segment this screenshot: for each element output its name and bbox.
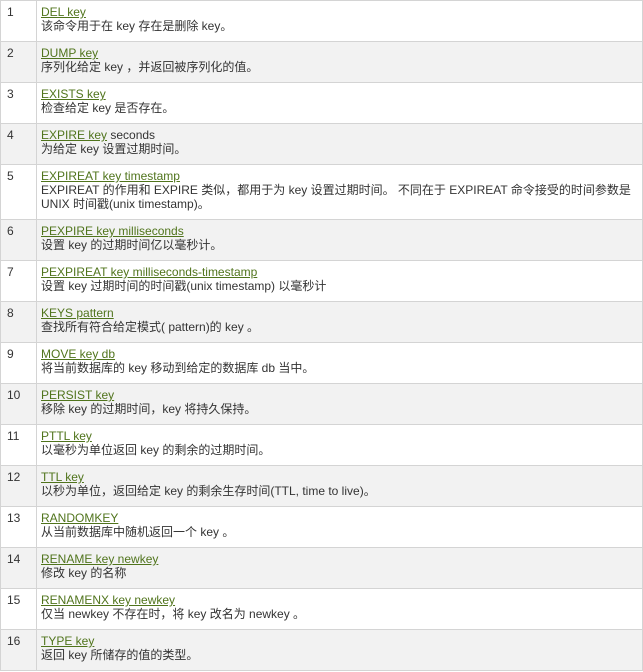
table-row: 11 PTTL key 以毫秒为单位返回 key 的剩余的过期时间。 xyxy=(0,424,643,466)
command-link[interactable]: EXISTS key xyxy=(41,87,106,101)
command-cell: PEXPIRE key milliseconds 设置 key 的过期时间亿以毫… xyxy=(36,219,643,261)
row-number: 12 xyxy=(0,465,37,507)
command-link[interactable]: RANDOMKEY xyxy=(41,511,118,525)
command-link[interactable]: TTL key xyxy=(41,470,84,484)
command-description: 设置 key 过期时间的时间戳(unix timestamp) 以毫秒计 xyxy=(41,279,327,293)
command-link[interactable]: DEL key xyxy=(41,5,86,19)
command-link[interactable]: RENAME key newkey xyxy=(41,552,158,566)
row-number: 15 xyxy=(0,588,37,630)
table-row: 13 RANDOMKEY 从当前数据库中随机返回一个 key 。 xyxy=(0,506,643,548)
command-cell: TYPE key 返回 key 所储存的值的类型。 xyxy=(36,629,643,671)
table-row: 9 MOVE key db 将当前数据库的 key 移动到给定的数据库 db 当… xyxy=(0,342,643,384)
command-description: 设置 key 的过期时间亿以毫秒计。 xyxy=(41,238,223,252)
table-row: 4 EXPIRE key seconds 为给定 key 设置过期时间。 xyxy=(0,123,643,165)
command-link[interactable]: PTTL key xyxy=(41,429,92,443)
table-row: 16 TYPE key 返回 key 所储存的值的类型。 xyxy=(0,629,643,671)
table-row: 2 DUMP key 序列化给定 key ，并返回被序列化的值。 xyxy=(0,41,643,83)
row-number: 9 xyxy=(0,342,37,384)
table-row: 12 TTL key 以秒为单位，返回给定 key 的剩余生存时间(TTL, t… xyxy=(0,465,643,507)
command-description: 序列化给定 key ，并返回被序列化的值。 xyxy=(41,60,259,74)
row-number: 5 xyxy=(0,164,37,220)
row-number: 7 xyxy=(0,260,37,302)
command-cell: PERSIST key 移除 key 的过期时间，key 将持久保持。 xyxy=(36,383,643,425)
table-row: 8 KEYS pattern 查找所有符合给定模式( pattern)的 key… xyxy=(0,301,643,343)
row-number: 8 xyxy=(0,301,37,343)
command-link[interactable]: PEXPIREAT key milliseconds-timestamp xyxy=(41,265,257,279)
table-row: 6 PEXPIRE key milliseconds 设置 key 的过期时间亿… xyxy=(0,219,643,261)
table-row: 10 PERSIST key 移除 key 的过期时间，key 将持久保持。 xyxy=(0,383,643,425)
row-number: 13 xyxy=(0,506,37,548)
command-description: 检查给定 key 是否存在。 xyxy=(41,101,175,115)
table-row: 5 EXPIREAT key timestamp EXPIREAT 的作用和 E… xyxy=(0,164,643,220)
command-description: 以毫秒为单位返回 key 的剩余的过期时间。 xyxy=(41,443,271,457)
table-row: 14 RENAME key newkey 修改 key 的名称 xyxy=(0,547,643,589)
table-row: 15 RENAMENX key newkey 仅当 newkey 不存在时，将 … xyxy=(0,588,643,630)
command-cell: DEL key 该命令用于在 key 存在是删除 key。 xyxy=(36,0,643,42)
command-link[interactable]: PERSIST key xyxy=(41,388,114,402)
command-cell: RENAMENX key newkey 仅当 newkey 不存在时，将 key… xyxy=(36,588,643,630)
command-description: 从当前数据库中随机返回一个 key 。 xyxy=(41,525,235,539)
command-cell: TTL key 以秒为单位，返回给定 key 的剩余生存时间(TTL, time… xyxy=(36,465,643,507)
row-number: 2 xyxy=(0,41,37,83)
command-description: 移除 key 的过期时间，key 将持久保持。 xyxy=(41,402,257,416)
command-cell: KEYS pattern 查找所有符合给定模式( pattern)的 key 。 xyxy=(36,301,643,343)
row-number: 1 xyxy=(0,0,37,42)
redis-key-commands-table: 1 DEL key 该命令用于在 key 存在是删除 key。 2 DUMP k… xyxy=(0,0,643,671)
command-cell: DUMP key 序列化给定 key ，并返回被序列化的值。 xyxy=(36,41,643,83)
command-description: 查找所有符合给定模式( pattern)的 key 。 xyxy=(41,320,260,334)
command-cell: RENAME key newkey 修改 key 的名称 xyxy=(36,547,643,589)
table-row: 7 PEXPIREAT key milliseconds-timestamp 设… xyxy=(0,260,643,302)
command-cell: PEXPIREAT key milliseconds-timestamp 设置 … xyxy=(36,260,643,302)
command-description: 修改 key 的名称 xyxy=(41,566,127,580)
command-link[interactable]: PEXPIRE key milliseconds xyxy=(41,224,184,238)
command-link[interactable]: DUMP key xyxy=(41,46,98,60)
command-description: 以秒为单位，返回给定 key 的剩余生存时间(TTL, time to live… xyxy=(41,484,376,498)
command-description: EXPIREAT 的作用和 EXPIRE 类似，都用于为 key 设置过期时间。… xyxy=(41,183,631,211)
table-row: 1 DEL key 该命令用于在 key 存在是删除 key。 xyxy=(0,0,643,42)
command-description: 将当前数据库的 key 移动到给定的数据库 db 当中。 xyxy=(41,361,315,375)
command-cell: PTTL key 以毫秒为单位返回 key 的剩余的过期时间。 xyxy=(36,424,643,466)
row-number: 16 xyxy=(0,629,37,671)
table-row: 3 EXISTS key 检查给定 key 是否存在。 xyxy=(0,82,643,124)
command-description: 该命令用于在 key 存在是删除 key。 xyxy=(41,19,233,33)
command-link[interactable]: KEYS pattern xyxy=(41,306,114,320)
command-link[interactable]: RENAMENX key newkey xyxy=(41,593,175,607)
command-description: 仅当 newkey 不存在时，将 key 改名为 newkey 。 xyxy=(41,607,306,621)
command-cell: MOVE key db 将当前数据库的 key 移动到给定的数据库 db 当中。 xyxy=(36,342,643,384)
command-description: 返回 key 所储存的值的类型。 xyxy=(41,648,199,662)
command-cell: EXPIRE key seconds 为给定 key 设置过期时间。 xyxy=(36,123,643,165)
command-cell: EXPIREAT key timestamp EXPIREAT 的作用和 EXP… xyxy=(36,164,643,220)
command-link[interactable]: TYPE key xyxy=(41,634,94,648)
command-cell: EXISTS key 检查给定 key 是否存在。 xyxy=(36,82,643,124)
row-number: 11 xyxy=(0,424,37,466)
command-description: 为给定 key 设置过期时间。 xyxy=(41,142,187,156)
row-number: 4 xyxy=(0,123,37,165)
row-number: 6 xyxy=(0,219,37,261)
row-number: 14 xyxy=(0,547,37,589)
command-link[interactable]: EXPIRE key xyxy=(41,128,107,142)
row-number: 10 xyxy=(0,383,37,425)
row-number: 3 xyxy=(0,82,37,124)
command-link[interactable]: EXPIREAT key timestamp xyxy=(41,169,180,183)
command-link[interactable]: MOVE key db xyxy=(41,347,115,361)
command-args: seconds xyxy=(107,128,156,142)
command-cell: RANDOMKEY 从当前数据库中随机返回一个 key 。 xyxy=(36,506,643,548)
